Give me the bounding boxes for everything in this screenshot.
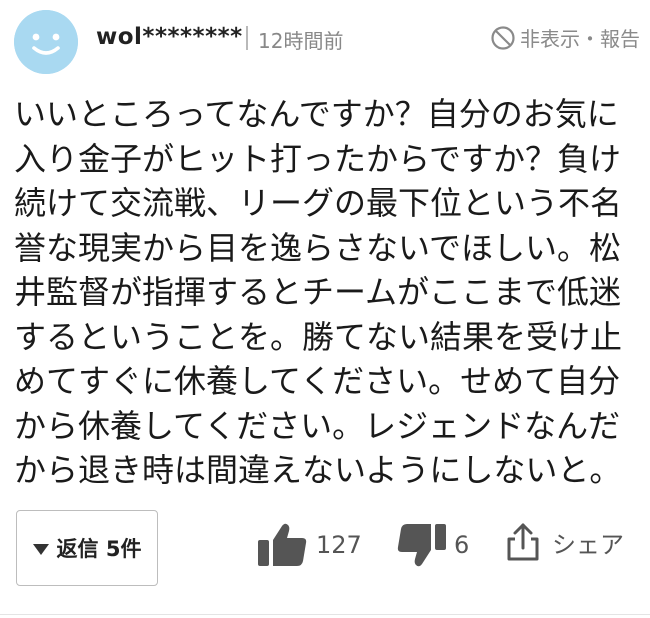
dislike-button[interactable]: 6 [396, 522, 469, 568]
like-count: 127 [316, 531, 362, 559]
comment-header: wol******** 12時間前 非表示・報告 [14, 10, 640, 74]
dislike-count: 6 [454, 531, 470, 559]
report-label: 非表示・報告 [520, 27, 640, 51]
comment-card: wol******** 12時間前 非表示・報告 いいところってなんですか？自分… [0, 0, 650, 618]
thumbs-down-icon [397, 524, 446, 567]
reply-button[interactable]: 返信 5件 [16, 510, 158, 586]
caret-down-icon [32, 543, 49, 555]
share-button[interactable]: シェア [506, 522, 624, 562]
avatar[interactable] [14, 10, 78, 74]
thumbs-up-icon [258, 523, 307, 566]
prohibited-icon [491, 25, 515, 50]
header-divider [246, 26, 248, 50]
bottom-divider [0, 614, 650, 615]
report-button[interactable]: 非表示・報告 [490, 23, 640, 52]
username[interactable]: wol******** [96, 24, 243, 50]
share-label: シェア [552, 530, 624, 559]
share-icon [507, 523, 539, 561]
reply-button-label: 返信 5件 [56, 537, 142, 561]
comment-body: いいところってなんですか？自分のお気に入り金子がヒット打ったからですか？負け続け… [14, 95, 623, 489]
smiley-avatar-icon [14, 10, 78, 74]
timestamp: 12時間前 [258, 29, 344, 53]
like-button[interactable]: 127 [258, 522, 362, 568]
